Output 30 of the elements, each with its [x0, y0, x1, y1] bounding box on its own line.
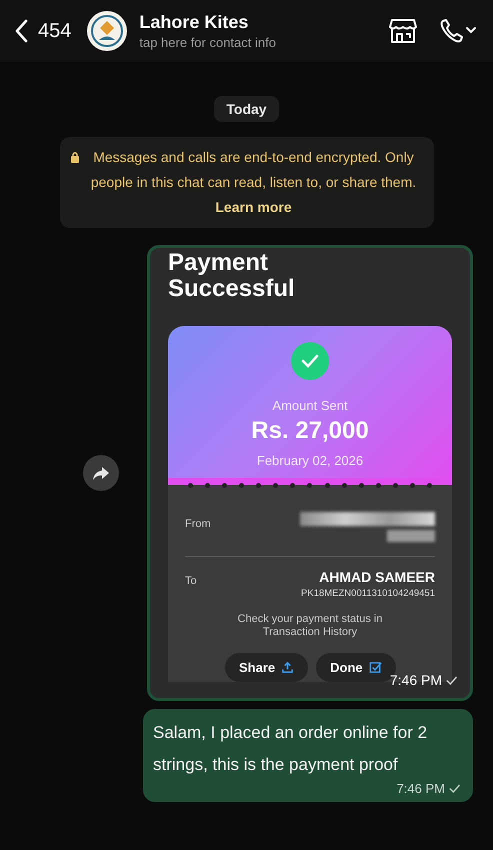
learn-more-link[interactable]: Learn more	[215, 199, 292, 215]
amount-label: Amount Sent	[272, 398, 348, 413]
call-icon[interactable]	[439, 18, 479, 44]
message-time: 7:46 PM	[390, 672, 442, 688]
checkbox-icon	[368, 661, 382, 674]
unread-count[interactable]: 454	[38, 20, 72, 42]
recipient-name: AHMAD SAMEER	[319, 569, 435, 585]
message-time: 7:46 PM	[396, 781, 445, 796]
payment-title: Payment Successful	[168, 250, 296, 302]
recipient-account: PK18MEZN0011310104249451	[301, 588, 435, 599]
lock-icon	[70, 151, 80, 163]
payment-date: February 02, 2026	[256, 453, 364, 468]
receipt-button: Share	[225, 653, 308, 682]
message-text: Salam, I placed an order online for 2 strings, this is the payment proof	[153, 722, 428, 776]
to-label: To	[185, 574, 197, 589]
contact-avatar[interactable]	[87, 11, 128, 51]
from-label: From	[185, 517, 211, 532]
forward-button[interactable]	[83, 455, 119, 491]
image-message[interactable]: Payment Successful Amount Sent Rs. 27,000 February 02, 2026 From To AHMAD SAMEER PK18MEZN0011310104249451 Check your payment status in Transaction History Share Done 7:46 PM	[147, 245, 473, 701]
status-note: Check your payment status in Transaction History	[236, 613, 384, 639]
amount-value: Rs. 27,000	[251, 417, 369, 445]
text-message[interactable]: Salam, I placed an order online for 2 strings, this is the payment proof 7:46 PM	[143, 709, 473, 802]
contact-name[interactable]: Lahore Kites	[139, 12, 389, 33]
contact-info-hint[interactable]: tap here for contact info	[139, 35, 389, 50]
check-circle-icon	[291, 342, 329, 380]
back-icon[interactable]	[14, 19, 28, 43]
storefront-icon[interactable]	[389, 18, 417, 44]
share-icon	[281, 661, 294, 674]
encryption-text: Messages and calls are end-to-end encrypted. Only people in this chat can read, listen to, or share them. Learn more	[90, 148, 418, 217]
date-chip: Today	[214, 96, 279, 122]
